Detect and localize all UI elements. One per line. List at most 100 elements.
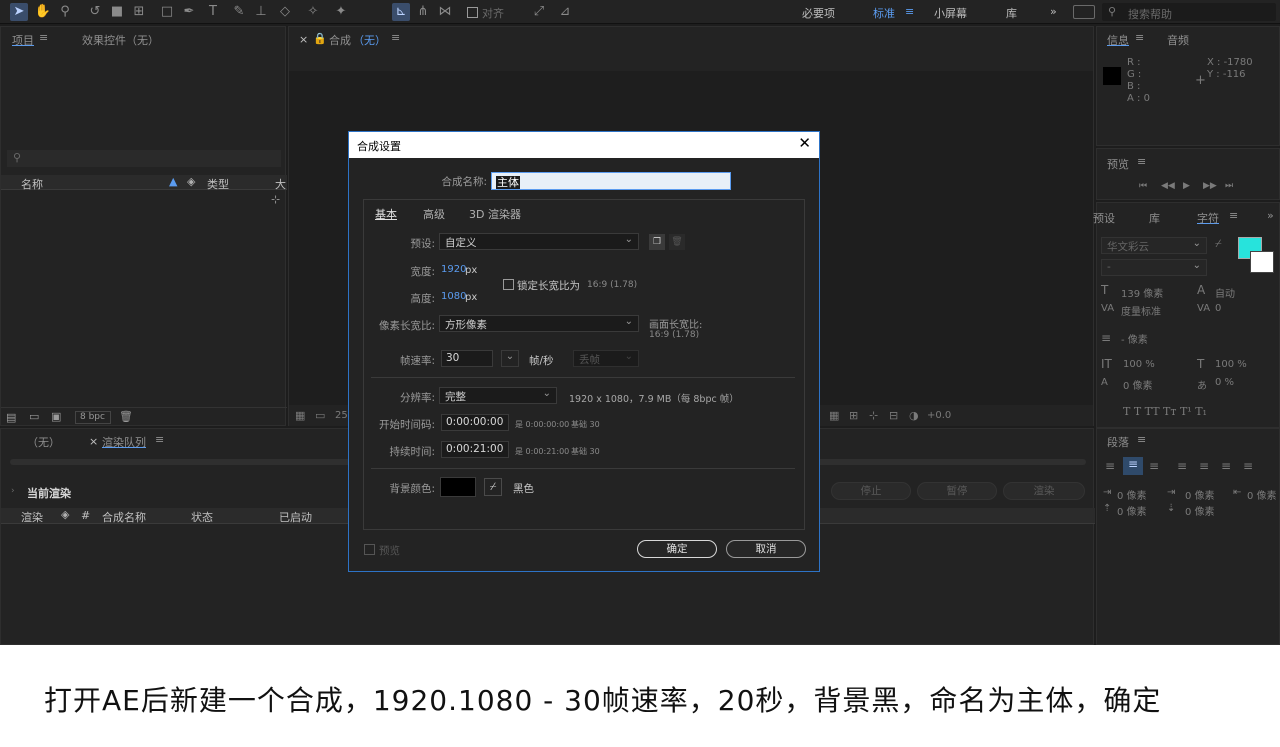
column-name[interactable]: 名称 [21, 176, 43, 192]
type-tool-icon[interactable]: T [204, 3, 222, 21]
render-button[interactable]: 渲染 [1003, 482, 1085, 500]
grid-icon[interactable]: ▦ [829, 409, 839, 422]
baseline-shift-value[interactable]: 0 像素 [1123, 377, 1153, 392]
more-workspaces-icon[interactable]: » [1050, 5, 1057, 18]
preset-select[interactable]: 自定义 ⌄ [439, 233, 639, 250]
tab-audio[interactable]: 音频 [1167, 32, 1189, 48]
new-folder-icon[interactable]: ▭ [29, 410, 39, 423]
vertical-scale-value[interactable]: 100 % [1123, 359, 1155, 370]
magnification-value[interactable]: 25 [335, 410, 348, 421]
duration-input[interactable]: 0:00:21:00 [441, 441, 509, 458]
column-render[interactable]: 渲染 [21, 509, 43, 525]
tracking-value[interactable]: 0 [1215, 303, 1221, 314]
project-search-input[interactable]: ⚲ [7, 150, 281, 167]
delete-preset-icon[interactable]: 🗑 [669, 234, 685, 250]
space-after-value[interactable]: 0 像素 [1185, 503, 1215, 518]
panel-menu-icon[interactable]: ≡ [1137, 433, 1146, 446]
justify-left-icon[interactable]: ≡ [1177, 459, 1187, 473]
justify-center-icon[interactable]: ≡ [1199, 459, 1209, 473]
bit-depth-button[interactable]: 8 bpc [75, 411, 111, 424]
panel-menu-icon[interactable]: ≡ [1137, 155, 1146, 168]
brush-tool-icon[interactable]: ✎ [230, 3, 248, 21]
panel-menu-icon[interactable]: ≡ [1135, 31, 1144, 44]
lock-aspect-checkbox[interactable] [503, 279, 514, 290]
flowchart-icon[interactable]: ⊹ [869, 409, 878, 422]
close-tab-icon[interactable]: × [89, 435, 98, 448]
tab-presets[interactable]: 预设 [1093, 210, 1115, 226]
tab-project[interactable]: 项目 [12, 32, 34, 48]
cancel-button[interactable]: 取消 [726, 540, 806, 558]
tab-3d-renderer[interactable]: 3D 渲染器 [469, 206, 521, 222]
next-frame-icon[interactable]: ▶▶ [1203, 181, 1217, 191]
roto-brush-tool-icon[interactable]: ✧ [304, 3, 322, 21]
workspace-libraries[interactable]: 库 [1006, 5, 1017, 21]
always-preview-icon[interactable]: ▦ [295, 409, 305, 422]
more-tabs-icon[interactable]: » [1267, 209, 1274, 222]
panel-menu-icon[interactable]: ≡ [391, 31, 400, 44]
flowchart-icon[interactable]: ⊹ [271, 193, 280, 206]
tab-libraries[interactable]: 库 [1149, 210, 1160, 226]
zoom-tool-icon[interactable]: ⚲ [56, 3, 74, 21]
workspace-menu-icon[interactable]: ≡ [905, 5, 914, 18]
world-axis-icon[interactable]: ⋔ [414, 3, 432, 21]
pause-button[interactable]: 暂停 [917, 482, 997, 500]
rotate-tool-icon[interactable]: ↺ [86, 3, 104, 21]
drop-frame-select[interactable]: 丢帧 ⌄ [573, 350, 639, 367]
indent-first-value[interactable]: 0 像素 [1185, 487, 1215, 502]
snap-checkbox[interactable] [467, 7, 478, 18]
tab-advanced[interactable]: 高级 [423, 206, 445, 222]
eyedropper-icon[interactable]: ⌿ [1215, 237, 1222, 251]
column-size[interactable]: 大 [275, 176, 286, 192]
tab-composition[interactable]: 合成 [329, 32, 351, 48]
resolution-select[interactable]: 完整 ⌄ [439, 387, 557, 404]
first-frame-icon[interactable]: ⏮ [1139, 181, 1147, 191]
leading-value[interactable]: 自动 [1215, 285, 1235, 300]
horizontal-scale-value[interactable]: 100 % [1215, 359, 1247, 370]
stop-button[interactable]: 停止 [831, 482, 911, 500]
lock-icon[interactable]: 🔒 [313, 32, 327, 45]
workspace-standard[interactable]: 标准 [873, 5, 895, 21]
workspace-small-screen[interactable]: 小屏幕 [934, 5, 967, 21]
start-timecode-input[interactable]: 0:00:00:00 [441, 414, 509, 431]
height-value[interactable]: 1080 [441, 291, 466, 302]
puppet-tool-icon[interactable]: ✦ [332, 3, 350, 21]
justify-right-icon[interactable]: ≡ [1221, 459, 1231, 473]
expand-arrow-icon[interactable]: › [11, 486, 15, 496]
tab-basic[interactable]: 基本 [375, 206, 397, 222]
tab-character[interactable]: 字符 [1197, 210, 1219, 226]
panel-menu-icon[interactable]: ≡ [155, 433, 164, 446]
panel-menu-icon[interactable]: ≡ [39, 31, 48, 44]
ok-button[interactable]: 确定 [637, 540, 717, 558]
sync-settings-icon[interactable] [1073, 5, 1095, 19]
pixel-aspect-select[interactable]: 方形像素 ⌄ [439, 315, 639, 332]
workspace-essentials[interactable]: 必要项 [802, 5, 835, 21]
frame-rate-input[interactable]: 30 [441, 350, 493, 367]
camera-tool-icon[interactable]: ■ [108, 3, 126, 21]
save-preset-icon[interactable]: ❐ [649, 234, 665, 250]
search-help-input[interactable]: ⚲ 搜索帮助 [1102, 3, 1276, 21]
column-started[interactable]: 已启动 [279, 509, 312, 525]
column-status[interactable]: 状态 [191, 509, 213, 525]
align-left-icon[interactable]: ≡ [1105, 459, 1115, 473]
new-composition-icon[interactable]: ▣ [51, 410, 61, 423]
tab-render-queue[interactable]: 渲染队列 [102, 434, 146, 450]
font-family-select[interactable]: 华文彩云 ⌄ [1101, 237, 1207, 254]
tsume-value[interactable]: 0 % [1215, 377, 1234, 388]
interpret-footage-icon[interactable]: ▤ [6, 411, 16, 424]
eraser-tool-icon[interactable]: ◇ [276, 3, 294, 21]
pan-behind-tool-icon[interactable]: ⊞ [130, 3, 148, 21]
close-tab-icon[interactable]: × [299, 33, 308, 46]
clone-stamp-tool-icon[interactable]: ⊥ [252, 3, 270, 21]
reset-exposure-icon[interactable]: ⊟ [889, 409, 898, 422]
eyedropper-icon[interactable]: ⌿ [484, 478, 502, 496]
kerning-value[interactable]: 度量标准 [1121, 303, 1161, 318]
selection-tool-icon[interactable]: ➤ [10, 3, 28, 21]
pen-tool-icon[interactable]: ✒ [180, 3, 198, 21]
stroke-width-value[interactable]: - 像素 [1121, 331, 1148, 346]
exposure-value[interactable]: +0.0 [927, 410, 951, 421]
play-icon[interactable]: ▶ [1183, 181, 1190, 191]
column-number[interactable]: # [81, 509, 90, 522]
indent-left-value[interactable]: 0 像素 [1117, 487, 1147, 502]
tab-effect-controls[interactable]: 效果控件（无） [82, 32, 159, 48]
view-axis-icon[interactable]: ⋈ [436, 3, 454, 21]
